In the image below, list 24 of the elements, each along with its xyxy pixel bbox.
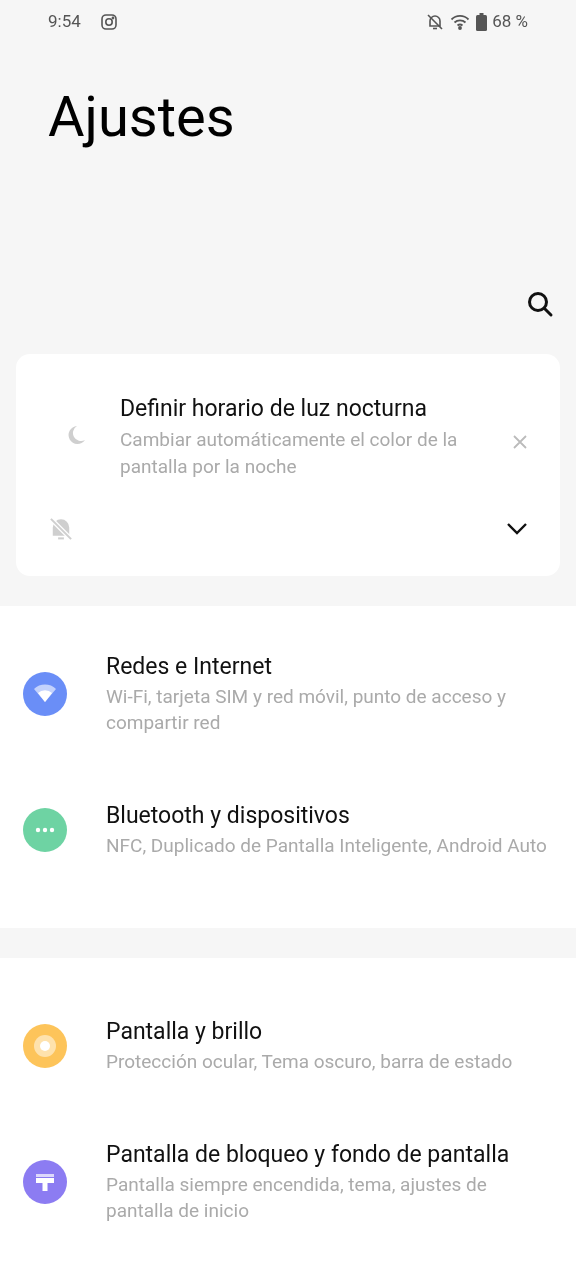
item-title: Pantalla de bloqueo y fondo de pantalla	[106, 1140, 511, 1170]
battery-percent: 68 %	[492, 10, 528, 34]
search-icon[interactable]	[526, 289, 554, 318]
muted-bell-icon	[48, 516, 74, 542]
item-subtitle: Pantalla siempre encendida, tema, ajustes de pantalla de inicio	[106, 1172, 488, 1224]
chevron-down-icon[interactable]	[506, 522, 528, 536]
camera-app-icon	[100, 13, 117, 30]
settings-item[interactable]: Bluetooth y dispositivos NFC, Duplicado de Pantalla Inteligente, Android Auto	[0, 762, 576, 898]
muted-bell-icon	[426, 12, 445, 31]
item-subtitle: Wi-Fi, tarjeta SIM y red móvil, punto de acceso y compartir red	[106, 684, 507, 736]
item-subtitle: NFC, Duplicado de Pantalla Inteligente, Android Auto	[106, 833, 548, 859]
status-time: 9:54	[48, 10, 81, 34]
item-title: Pantalla y brillo	[106, 1017, 264, 1047]
wifi-icon	[450, 13, 471, 30]
suggestion-title: Definir horario de luz nocturna	[120, 393, 428, 424]
item-title: Bluetooth y dispositivos	[106, 801, 351, 831]
battery-icon	[476, 12, 488, 31]
settings-item[interactable]: Pantalla y brillo Protección ocular, Tema oscuro, barra de estado	[0, 978, 576, 1114]
suggestion-card[interactable]: Definir horario de luz nocturna Cambiar automáticamente el color de la pantalla por la noche	[16, 353, 560, 576]
item-title: Redes e Internet	[106, 652, 273, 682]
settings-item[interactable]: Pantalla de bloqueo y fondo de pantalla Pantalla siempre encendida, tema, ajustes de pantalla de inicio	[0, 1114, 576, 1250]
suggestion-subtitle: Cambiar automáticamente el color de la pantalla por la noche	[120, 426, 459, 480]
item-subtitle: Protección ocular, Tema oscuro, barra de estado	[106, 1049, 514, 1075]
settings-item[interactable]: Redes e Internet Wi-Fi, tarjeta SIM y red móvil, punto de acceso y compartir red	[0, 626, 576, 762]
